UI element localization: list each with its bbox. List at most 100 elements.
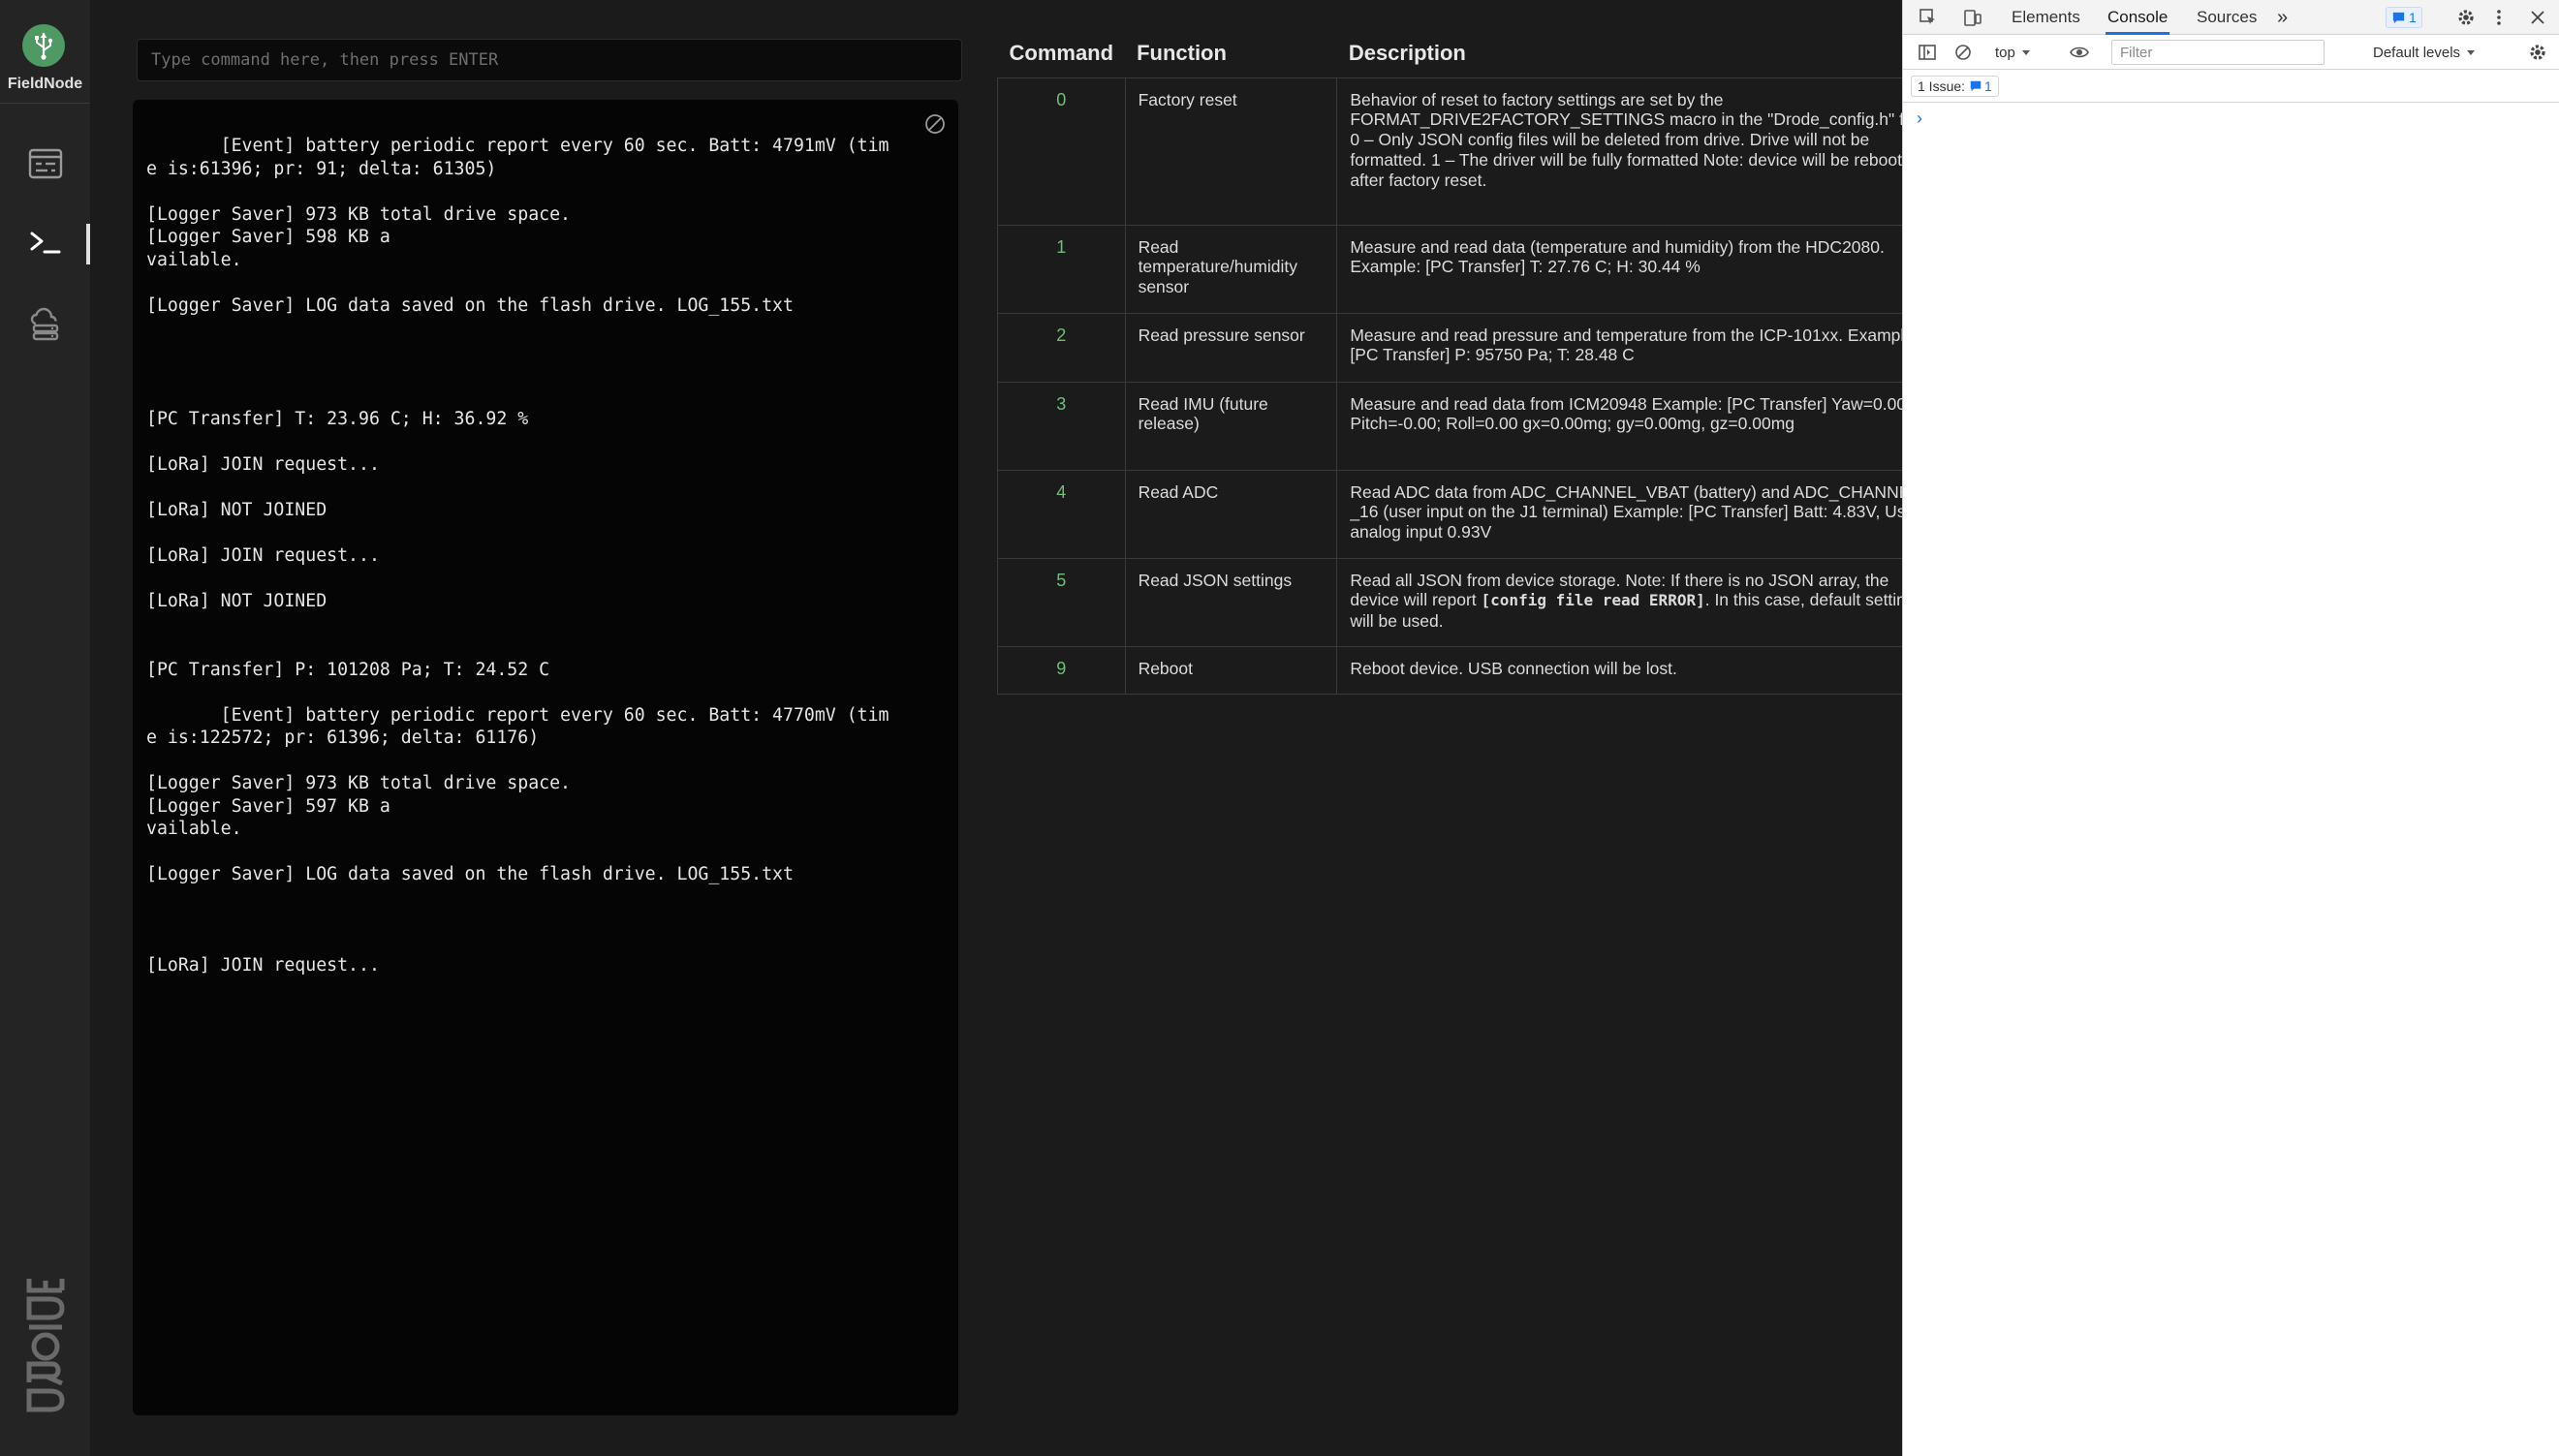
live-expression-eye-icon[interactable] [2068,41,2091,64]
terminal-line: [Logger Saver] LOG data saved on the fla… [146,294,794,316]
table-row: 9 Reboot Reboot device. USB connection w… [997,645,1951,695]
command-cell: 0 [997,77,1126,226]
issues-label: 1 Issue: [1918,78,1966,94]
console-settings-icon[interactable] [2526,41,2549,64]
command-cell: 5 [997,557,1126,647]
terminal-line: [Event] battery periodic report every 60… [146,136,889,156]
description-cell: Measure and read data (temperature and h… [1336,224,1951,314]
terminal-line: [LoRa] JOIN request... [146,955,380,976]
tab-sources[interactable]: Sources [2195,0,2259,35]
sidebar: FieldNode [0,0,90,1456]
command-cell: 2 [997,312,1126,383]
sidebar-divider [0,103,90,104]
command-cell: 4 [997,469,1126,559]
command-cell: 1 [997,224,1126,314]
sidebar-item-dashboard[interactable] [0,135,90,193]
tab-console[interactable]: Console [2106,0,2170,35]
message-icon [1970,80,1982,92]
terminal-line: [PC Transfer] T: 23.96 C; H: 36.92 % [146,409,529,429]
terminal-line: [LoRa] JOIN request... [146,454,380,475]
log-levels-selector[interactable]: Default levels [2373,41,2476,64]
issues-chip[interactable]: 1 Issue: 1 [1911,76,1999,97]
app-logo[interactable] [22,24,65,67]
clear-console-icon[interactable] [923,112,947,136]
devtools-tabbar: Elements Console Sources » 1 [1903,0,2559,35]
terminal-line: vailable. [146,249,242,270]
header-description: Description [1348,40,1466,65]
description-cell: Read ADC data from ADC_CHANNEL_VBAT (bat… [1336,469,1951,559]
command-cell: 9 [997,645,1126,695]
usb-icon [35,33,53,60]
table-row: 1 Read temperature/humidity sensor Measu… [997,224,1951,314]
console-toolbar: top Default levels [1903,35,2559,70]
sidebar-item-terminal[interactable] [0,214,90,272]
device-toolbar-icon[interactable] [1961,6,1984,29]
function-cell: Read JSON settings [1124,557,1338,647]
more-options-icon[interactable] [2487,6,2511,29]
app-name: FieldNode [7,76,83,92]
issues-bar: 1 Issue: 1 [1903,70,2559,103]
description-cell: Measure and read data from ICM20948 Exam… [1336,381,1951,471]
issues-count-value: 1 [1984,78,1992,94]
table-row: 2 Read pressure sensor Measure and read … [997,312,1951,383]
issues-badge[interactable]: 1 [2386,7,2422,28]
terminal-line: [Logger Saver] 597 KB a [146,795,390,817]
sidebar-item-cloud[interactable] [0,294,90,353]
terminal-line: [LoRa] NOT JOINED [146,591,328,611]
filter-input[interactable] [2111,40,2325,65]
app-root: FieldNode Type command here, then press … [0,0,2559,1456]
close-devtools-icon[interactable] [2526,6,2549,29]
message-icon [2392,12,2405,23]
terminal-line: [Logger Saver] 598 KB a [146,227,390,247]
function-cell: Read IMU (future release) [1124,381,1338,471]
terminal-line: [Logger Saver] 973 KB total drive space. [146,203,571,225]
terminal-line: [Logger Saver] 973 KB total drive space. [146,773,571,793]
command-input[interactable] [137,39,962,81]
context-selector[interactable]: top [1995,41,2031,64]
table-header-row: Command Function Description [998,29,1951,77]
table-row: 5 Read JSON settings Read all JSON from … [997,557,1951,647]
description-cell: Measure and read pressure and temperatur… [1336,312,1951,383]
devtools-panel: Elements Console Sources » 1 top Filter … [1902,0,2559,1456]
terminal-line: vailable. [146,819,242,839]
log-levels-value: Default levels [2373,44,2461,61]
terminal-line: [PC Transfer] P: 101208 Pa; T: 24.52 C [146,659,550,680]
settings-icon[interactable] [2454,6,2478,29]
function-cell: Read temperature/humidity sensor [1124,224,1338,314]
inspect-element-icon[interactable] [1917,6,1940,29]
terminal-line: [Event] battery periodic report every 60… [146,704,889,726]
terminal-line: [Logger Saver] LOG data saved on the fla… [146,864,794,884]
more-tabs-button[interactable]: » [2275,0,2290,35]
main-area: [Event] battery periodic report every 60… [90,0,1951,1456]
function-cell: Read pressure sensor [1124,312,1338,383]
terminal-output[interactable]: [Event] battery periodic report every 60… [133,100,958,1415]
description-code: [config file read ERROR] [1481,591,1705,610]
dropdown-arrow-icon [2021,50,2030,55]
sidebar-toggle-icon[interactable] [1916,41,1939,64]
terminal-line: e is:122572; pr: 61396; delta: 61176) [146,728,540,748]
clear-console-icon[interactable] [1951,41,1975,64]
table-row: 4 Read ADC Read ADC data from ADC_CHANNE… [997,469,1951,559]
header-command: Command [1009,40,1114,65]
cloud-icon [30,307,58,341]
issues-badge-count: 1 [2409,10,2417,25]
tab-elements[interactable]: Elements [2010,0,2082,35]
console-prompt[interactable]: › [1917,108,1922,129]
